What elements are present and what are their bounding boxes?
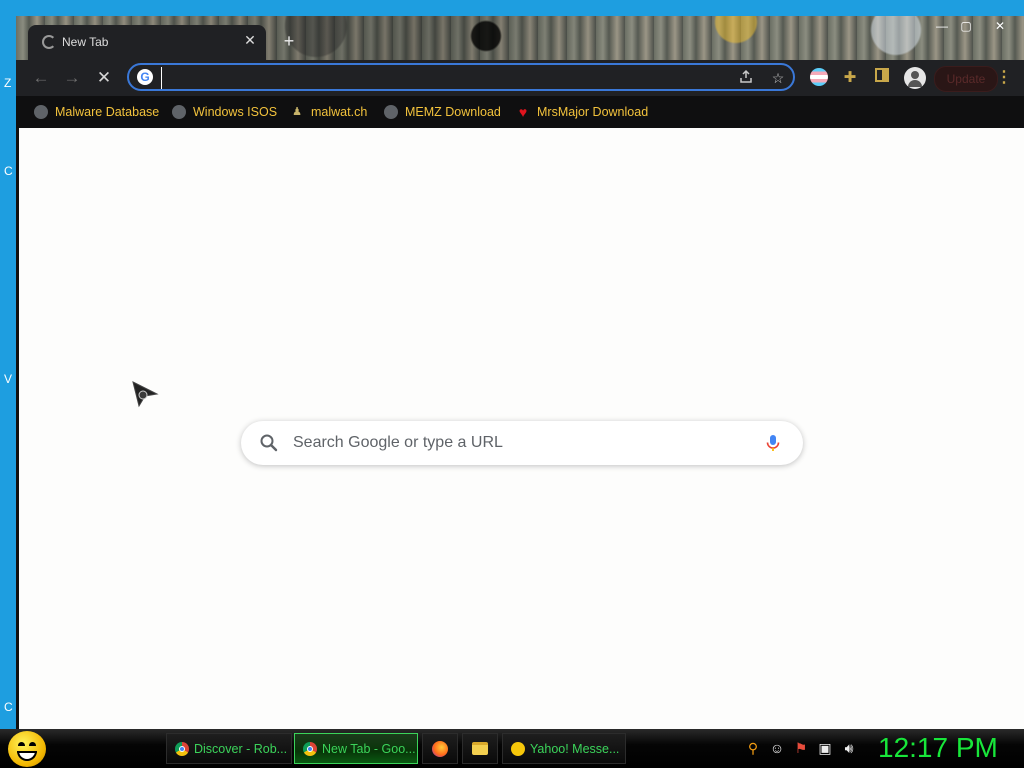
desktop-icon-label-fragment: V [4, 372, 13, 386]
minimize-button[interactable]: — [932, 19, 952, 33]
bookmark-malwatch[interactable]: ♟ malwat.ch [290, 102, 367, 122]
desktop-icon-label-fragment: Z [4, 76, 12, 90]
google-icon: G [137, 69, 153, 85]
update-button[interactable]: Update [934, 66, 998, 92]
bookmark-windows-isos[interactable]: Windows ISOS [172, 102, 277, 122]
search-icon [260, 434, 278, 452]
side-panel-icon[interactable] [872, 68, 892, 88]
search-placeholder: Search Google or type a URL [293, 434, 503, 451]
chat-status-icon[interactable]: ☺ [768, 739, 786, 757]
share-icon[interactable] [737, 69, 755, 87]
chrome-icon [175, 741, 189, 756]
volume-icon[interactable]: 🔊︎ [840, 739, 858, 757]
loading-spinner-icon [42, 35, 56, 49]
profile-avatar-icon[interactable] [904, 67, 926, 89]
browser-window: New Tab ✕ + — ▢ ✕ ← → ✕ G ☆ ✚ Update ⋮ M… [16, 16, 1024, 729]
extension-flag-icon[interactable] [810, 68, 828, 86]
bookmark-star-icon[interactable]: ☆ [769, 69, 787, 87]
bookmark-malware-database[interactable]: Malware Database [34, 102, 159, 122]
bookmarks-bar: Malware Database Windows ISOS ♟ malwat.c… [16, 96, 1024, 128]
bookmark-label: MrsMajor Download [537, 105, 649, 119]
task-label: New Tab - Goo... [322, 741, 416, 756]
tab-title: New Tab [62, 35, 109, 49]
bookmark-label: malwat.ch [311, 105, 368, 119]
desktop-icon-label-fragment: C [4, 700, 13, 714]
desktop-icon-label-fragment: C [4, 164, 13, 178]
taskbar-item-firefox[interactable] [422, 733, 458, 764]
folder-icon [472, 742, 488, 755]
address-bar[interactable]: G ☆ [127, 63, 795, 91]
taskbar-item-new-tab[interactable]: New Tab - Goo... [294, 733, 418, 764]
globe-icon [384, 105, 398, 119]
task-label: Discover - Rob... [194, 741, 288, 756]
close-window-button[interactable]: ✕ [990, 19, 1010, 33]
taskbar-clock[interactable]: 12:17 PM [878, 731, 1018, 765]
firefox-icon [432, 740, 448, 757]
malwatch-icon: ♟ [292, 106, 302, 118]
address-input[interactable] [161, 67, 726, 89]
taskbar-item-yahoo-messenger[interactable]: Yahoo! Messe... [502, 733, 626, 764]
mouse-cursor-icon [132, 381, 159, 408]
new-tab-page: Search Google or type a URL [19, 128, 1024, 729]
new-tab-button[interactable]: + [280, 32, 298, 50]
extensions-puzzle-icon[interactable]: ✚ [840, 68, 860, 88]
start-button-smiley-icon[interactable] [8, 731, 46, 767]
stop-loading-button[interactable]: ✕ [94, 68, 114, 88]
heart-icon: ♥ [518, 104, 528, 120]
taskbar: Discover - Rob... New Tab - Goo... Yahoo… [0, 729, 1024, 768]
tab-close-icon[interactable]: ✕ [242, 32, 258, 48]
bookmark-label: Malware Database [55, 105, 160, 119]
search-icon[interactable]: ⚲ [744, 739, 762, 757]
toolbar: ← → ✕ G ☆ ✚ Update ⋮ [16, 60, 1024, 96]
bookmark-label: Windows ISOS [193, 105, 278, 119]
action-center-flag-icon[interactable]: ⚑ [792, 739, 810, 757]
taskbar-item-discover[interactable]: Discover - Rob... [166, 733, 292, 764]
forward-button[interactable]: → [62, 68, 82, 88]
maximize-button[interactable]: ▢ [956, 19, 976, 33]
chrome-icon [303, 741, 317, 756]
task-label: Yahoo! Messe... [530, 741, 620, 756]
google-search-box[interactable]: Search Google or type a URL [241, 421, 803, 465]
bookmark-memz-download[interactable]: MEMZ Download [384, 102, 501, 122]
bookmark-label: MEMZ Download [405, 105, 501, 119]
globe-icon [34, 105, 48, 119]
more-menu-icon[interactable]: ⋮ [996, 68, 1012, 88]
taskbar-item-folder[interactable] [462, 733, 498, 764]
tab-new-tab[interactable]: New Tab ✕ [28, 25, 266, 60]
yahoo-messenger-icon [511, 741, 525, 756]
microphone-icon[interactable] [763, 433, 783, 453]
back-button[interactable]: ← [31, 68, 51, 88]
network-icon[interactable]: ▣ [816, 739, 834, 757]
title-bar[interactable]: New Tab ✕ + — ▢ ✕ [16, 16, 1024, 60]
bookmark-mrsmajor-download[interactable]: ♥ MrsMajor Download [516, 102, 648, 122]
globe-icon [172, 105, 186, 119]
